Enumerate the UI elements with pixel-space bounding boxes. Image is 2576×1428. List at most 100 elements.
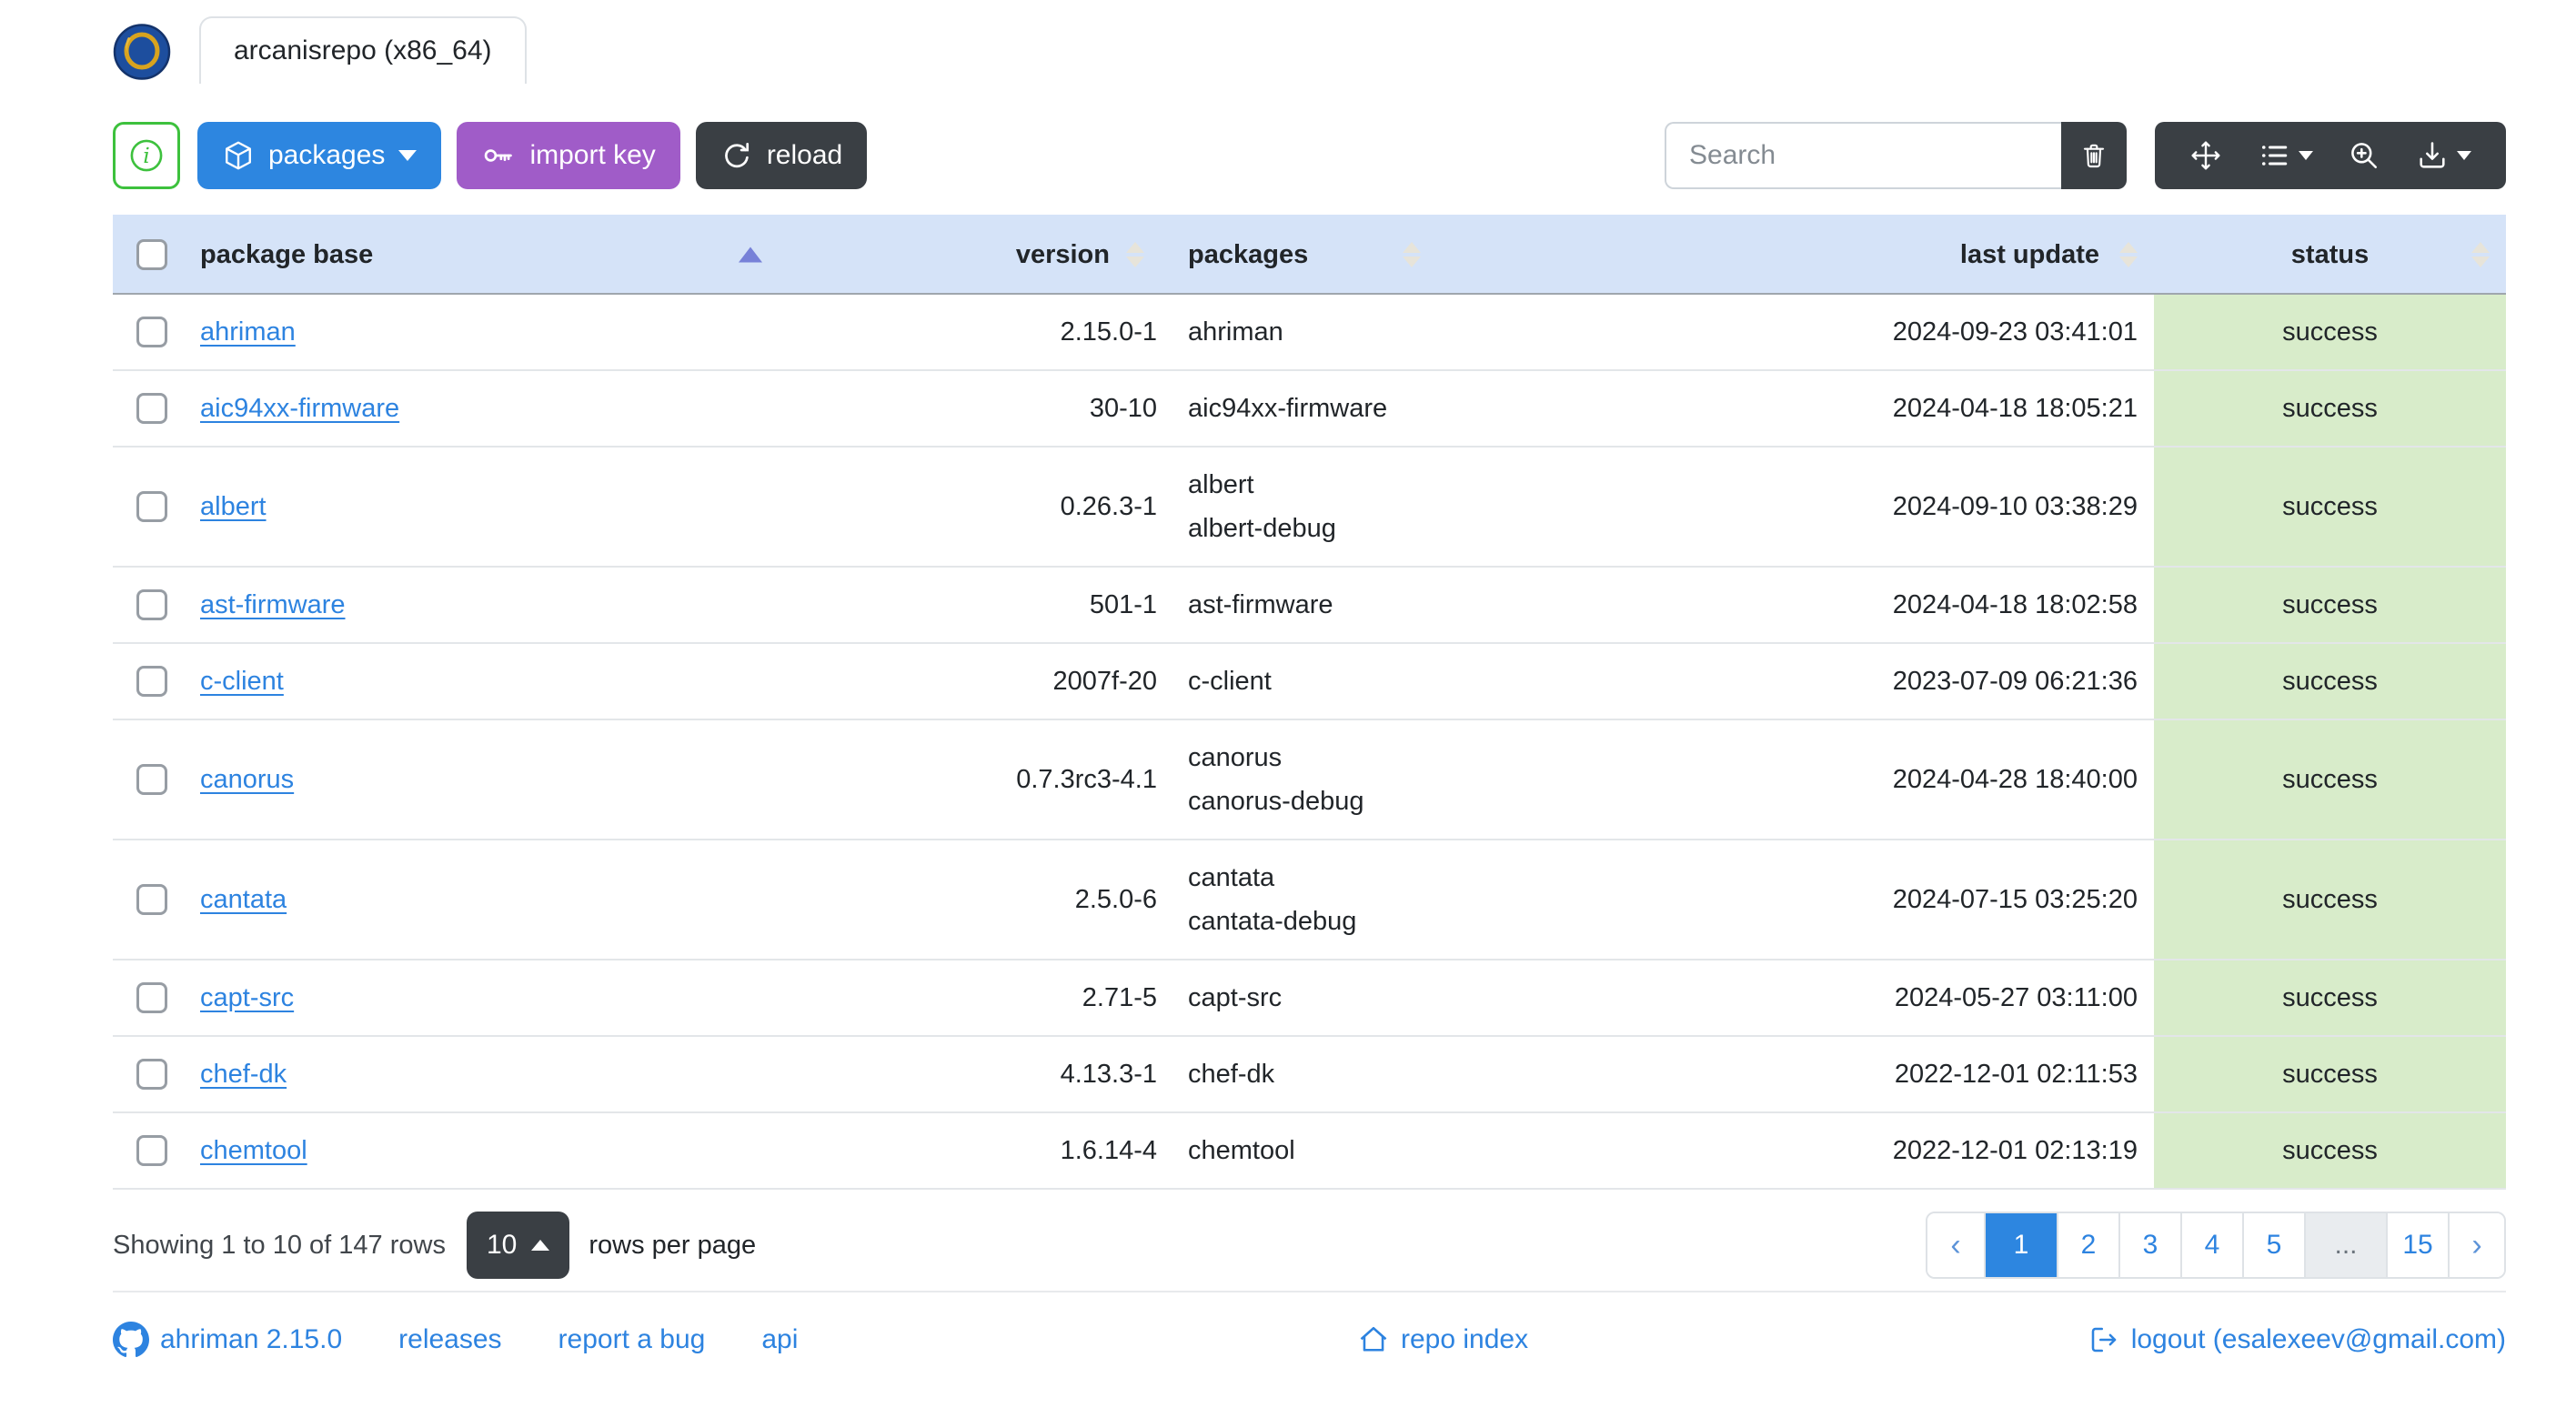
- last-update-cell: 2024-04-28 18:40:00: [1892, 764, 2138, 794]
- status-badge: success: [2282, 666, 2378, 696]
- releases-link[interactable]: releases: [398, 1324, 501, 1355]
- info-button[interactable]: i: [113, 122, 180, 189]
- topbar: arcanisrepo (x86_64): [0, 0, 2576, 84]
- package-base-link[interactable]: c-client: [200, 667, 284, 697]
- status-cell: success: [2154, 295, 2506, 369]
- row-checkbox[interactable]: [136, 393, 167, 424]
- status-badge: success: [2282, 764, 2378, 794]
- page-ellipsis[interactable]: ...: [2304, 1213, 2386, 1277]
- columns-dropdown-button[interactable]: [2258, 139, 2313, 172]
- package-base-link[interactable]: ahriman: [200, 317, 296, 347]
- table-row: ahriman 2.15.0-1 ahriman 2024-09-23 03:4…: [113, 295, 2506, 371]
- next-page-button[interactable]: ›: [2448, 1213, 2504, 1277]
- clear-search-button[interactable]: [2061, 122, 2127, 189]
- package-base-link[interactable]: ast-firmware: [200, 590, 346, 620]
- sort-both-icon: [2471, 242, 2490, 267]
- status-badge: success: [2282, 491, 2378, 521]
- last-update-cell: 2024-07-15 03:25:20: [1892, 884, 2138, 914]
- page-button-3[interactable]: 3: [2118, 1213, 2180, 1277]
- page-button-2[interactable]: 2: [2057, 1213, 2118, 1277]
- row-checkbox-cell: [113, 1135, 196, 1166]
- status-badge: success: [2282, 1135, 2378, 1165]
- column-header-last-update[interactable]: last update: [1437, 215, 2154, 295]
- package-base-cell: c-client: [196, 667, 779, 697]
- search-input[interactable]: [1665, 122, 2061, 189]
- chevron-down-icon: [398, 150, 418, 161]
- ahriman-logo: [113, 24, 171, 80]
- package-name: albert-debug: [1188, 514, 1336, 543]
- package-base-link[interactable]: canorus: [200, 765, 294, 795]
- list-columns-icon: [2261, 146, 2288, 166]
- footer-divider: [113, 1291, 2506, 1292]
- package-base-cell: ast-firmware: [196, 590, 779, 620]
- table-tools-group: [2155, 122, 2506, 189]
- toolbar: i packages import key reload Search: [113, 122, 2506, 189]
- github-icon: [113, 1322, 149, 1358]
- status-cell: success: [2154, 568, 2506, 642]
- select-all-cell: [113, 215, 196, 295]
- reload-button[interactable]: reload: [695, 122, 868, 189]
- row-checkbox[interactable]: [136, 764, 167, 795]
- package-base-cell: chemtool: [196, 1136, 779, 1166]
- repo-index-link[interactable]: repo index: [1357, 1323, 1528, 1356]
- repository-tab[interactable]: arcanisrepo (x86_64): [199, 16, 527, 84]
- row-checkbox[interactable]: [136, 982, 167, 1013]
- package-base-link[interactable]: chemtool: [200, 1136, 307, 1166]
- move-columns-button[interactable]: [2189, 139, 2222, 172]
- version-cell: 2.71-5: [1082, 982, 1157, 1012]
- row-checkbox-cell: [113, 317, 196, 347]
- row-checkbox[interactable]: [136, 589, 167, 620]
- select-all-checkbox[interactable]: [136, 239, 167, 270]
- import-key-button[interactable]: import key: [457, 122, 680, 189]
- export-dropdown-button[interactable]: [2416, 139, 2471, 172]
- package-base-link[interactable]: aic94xx-firmware: [200, 394, 399, 424]
- import-key-button-label: import key: [529, 140, 656, 170]
- page-size-suffix: rows per page: [589, 1230, 757, 1260]
- row-checkbox[interactable]: [136, 491, 167, 522]
- row-checkbox[interactable]: [136, 884, 167, 915]
- status-cell: success: [2154, 960, 2506, 1035]
- column-header-version[interactable]: version: [779, 215, 1161, 295]
- ahriman-version-link[interactable]: ahriman 2.15.0: [113, 1322, 342, 1358]
- previous-page-button[interactable]: ‹: [1927, 1213, 1984, 1277]
- package-base-link[interactable]: cantata: [200, 885, 287, 915]
- chevron-down-icon: [2456, 151, 2471, 160]
- table-row: c-client 2007f-20 c-client 2023-07-09 06…: [113, 644, 2506, 720]
- table-row: aic94xx-firmware 30-10 aic94xx-firmware …: [113, 371, 2506, 448]
- package-base-link[interactable]: capt-src: [200, 983, 294, 1013]
- row-checkbox-cell: [113, 666, 196, 697]
- row-checkbox[interactable]: [136, 317, 167, 347]
- report-a-bug-link[interactable]: report a bug: [558, 1324, 706, 1355]
- table-row: capt-src 2.71-5 capt-src 2024-05-27 03:1…: [113, 960, 2506, 1037]
- page-button-15[interactable]: 15: [2386, 1213, 2448, 1277]
- row-checkbox[interactable]: [136, 1135, 167, 1166]
- packages-dropdown-button[interactable]: packages: [197, 122, 442, 189]
- packages-cell: cantata cantata-debug: [1161, 840, 1437, 959]
- column-header-package-base[interactable]: package base: [196, 215, 779, 295]
- page-button-4[interactable]: 4: [2180, 1213, 2242, 1277]
- packages-cell: albert albert-debug: [1161, 448, 1437, 566]
- page-button-1-active[interactable]: 1: [1984, 1213, 2057, 1277]
- repository-tab-label: arcanisrepo (x86_64): [234, 35, 492, 65]
- logout-link[interactable]: logout (esalexeev@gmail.com): [2088, 1323, 2506, 1356]
- sort-both-icon: [2119, 242, 2138, 267]
- row-checkbox[interactable]: [136, 1059, 167, 1090]
- column-header-status[interactable]: status: [2154, 215, 2506, 295]
- column-header-packages[interactable]: packages: [1161, 215, 1437, 295]
- version-cell: 1.6.14-4: [1060, 1135, 1157, 1165]
- version-cell: 2007f-20: [1052, 666, 1158, 696]
- table-row: canorus 0.7.3rc3-4.1 canorus canorus-debu…: [113, 720, 2506, 840]
- page-button-5[interactable]: 5: [2242, 1213, 2304, 1277]
- row-checkbox-cell: [113, 1059, 196, 1090]
- version-cell: 501-1: [1089, 589, 1157, 619]
- version-cell: 2.5.0-6: [1074, 884, 1157, 914]
- fullscreen-zoom-button[interactable]: [2348, 139, 2380, 172]
- last-update-cell: 2024-04-18 18:05:21: [1892, 393, 2138, 423]
- package-base-link[interactable]: chef-dk: [200, 1060, 287, 1090]
- api-link[interactable]: api: [761, 1324, 798, 1355]
- last-update-cell: 2024-09-10 03:38:29: [1892, 491, 2138, 521]
- page-size-select[interactable]: 10: [466, 1212, 570, 1279]
- package-base-link[interactable]: albert: [200, 492, 267, 522]
- package-name: canorus-debug: [1188, 787, 1364, 816]
- row-checkbox[interactable]: [136, 666, 167, 697]
